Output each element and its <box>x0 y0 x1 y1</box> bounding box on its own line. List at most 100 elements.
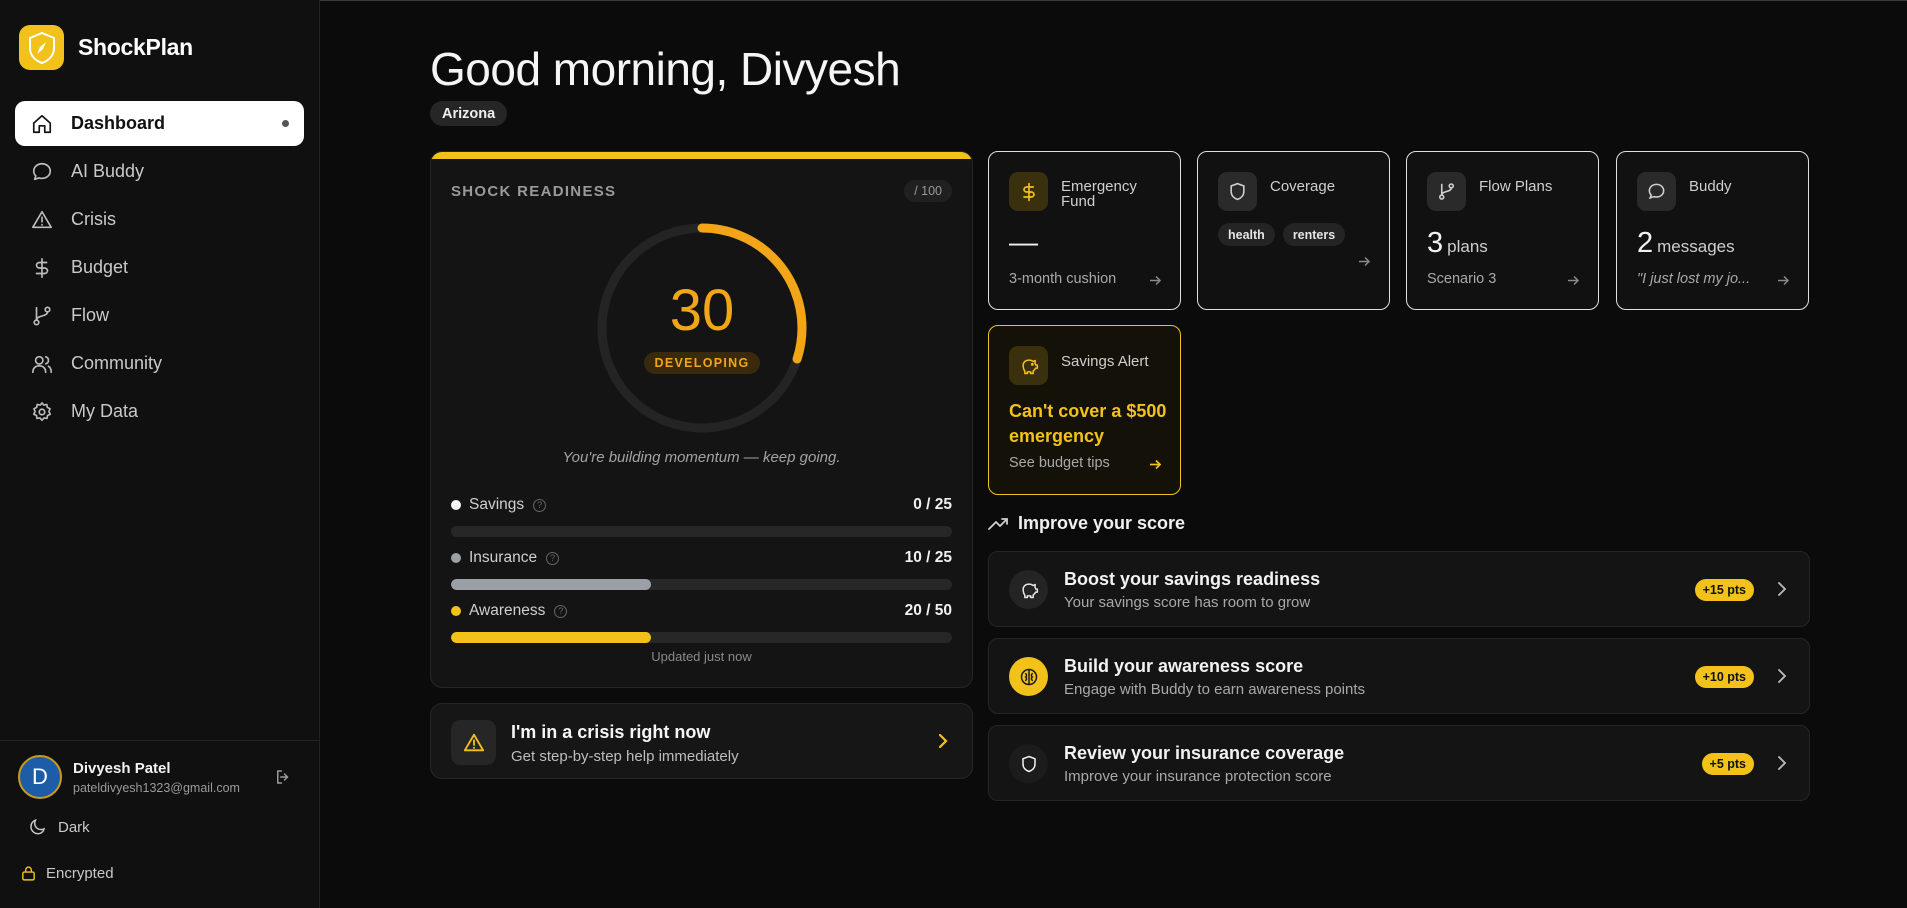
tile-title: Flow Plans <box>1479 178 1553 195</box>
nav-item-flow[interactable]: Flow <box>15 293 304 338</box>
tile-footnote: Scenario 3 <box>1427 271 1497 287</box>
chat-icon <box>1637 172 1676 211</box>
sidebar: ShockPlan Dashboard AI Buddy Crisis Budg… <box>0 0 320 908</box>
arrow-right-icon <box>1149 457 1162 475</box>
metric-dot <box>451 606 461 616</box>
home-icon <box>32 114 52 133</box>
crisis-subtitle: Get step-by-step help immediately <box>511 748 739 765</box>
help-icon[interactable]: ? <box>533 498 547 512</box>
arrow-right-icon <box>1358 254 1371 272</box>
logout-icon[interactable] <box>274 768 292 791</box>
theme-toggle[interactable]: Dark <box>29 818 90 836</box>
tile-emergency-fund[interactable]: Emergency Fund — 3-month cushion <box>988 151 1181 310</box>
coverage-chips: health renters <box>1218 223 1346 246</box>
tile-value: 3 plans <box>1427 227 1488 260</box>
tile-title: Coverage <box>1270 178 1336 195</box>
arrow-right-icon <box>1777 273 1790 291</box>
dollar-icon <box>1009 172 1048 211</box>
nav-item-community[interactable]: Community <box>15 341 304 386</box>
sidebar-footer-divider <box>0 740 320 741</box>
tile-flow-plans[interactable]: Flow Plans 3 plans Scenario 3 <box>1406 151 1599 310</box>
lock-icon <box>22 866 35 881</box>
metric-insurance: Insurance ? 10 / 25 <box>451 548 952 590</box>
flow-count: 3 <box>1427 227 1444 259</box>
help-icon[interactable]: ? <box>546 551 560 565</box>
encryption-label: Encrypted <box>46 865 114 882</box>
nav-label: Community <box>71 353 163 373</box>
crisis-help-button[interactable]: I'm in a crisis right now Get step-by-st… <box>430 703 973 779</box>
tile-value: — <box>1009 227 1038 259</box>
tile-coverage[interactable]: Coverage health renters <box>1197 151 1390 310</box>
tip-title: Review your insurance coverage <box>1064 743 1345 763</box>
shield-icon <box>1218 172 1257 211</box>
metric-dot <box>451 553 461 563</box>
piggy-bank-icon <box>1009 346 1048 385</box>
avatar: D <box>18 755 62 799</box>
readiness-motto: You're building momentum — keep going. <box>562 449 841 466</box>
tip-savings[interactable]: Boost your savings readiness Your saving… <box>988 551 1810 627</box>
metric-value: 0 / 25 <box>913 496 952 513</box>
user-profile[interactable]: D Divyesh Patel pateldivyesh1323@gmail.c… <box>18 755 240 799</box>
budget-tips-link[interactable]: See budget tips <box>1009 455 1110 471</box>
encryption-status: Encrypted <box>20 865 114 882</box>
nav-label: AI Buddy <box>71 161 145 181</box>
page-title: Good morning, Divyesh <box>430 43 901 95</box>
points-badge: +5 pts <box>1701 753 1754 775</box>
nav-item-budget[interactable]: Budget <box>15 245 304 290</box>
help-icon[interactable]: ? <box>554 604 568 618</box>
region-badge: Arizona <box>430 101 508 126</box>
nav-item-crisis[interactable]: Crisis <box>15 197 304 242</box>
brand[interactable]: ShockPlan <box>19 25 193 70</box>
tile-footnote: 3-month cushion <box>1009 271 1117 287</box>
readiness-max-badge: / 100 <box>904 180 952 202</box>
metric-label: Insurance <box>469 549 538 566</box>
tip-subtitle: Your savings score has room to grow <box>1064 594 1311 611</box>
coverage-chip: health <box>1218 223 1275 246</box>
metric-track <box>451 579 952 590</box>
metric-savings: Savings ? 0 / 25 <box>451 495 952 537</box>
metric-awareness: Awareness ? 20 / 50 <box>451 601 952 643</box>
nav-item-dashboard[interactable]: Dashboard <box>15 101 304 146</box>
dollar-icon <box>35 257 49 278</box>
readiness-score: 30 <box>669 278 735 343</box>
shock-readiness-card: SHOCK READINESS / 100 30 DEVELOPING You'… <box>430 151 973 688</box>
user-email: pateldivyesh1323@gmail.com <box>73 780 240 795</box>
flow-unit: plans <box>1447 237 1488 256</box>
savings-alert-card[interactable]: Savings Alert Can't cover a $500 emergen… <box>988 325 1181 495</box>
piggy-bank-icon <box>1009 570 1048 609</box>
arrow-right-icon <box>1149 273 1162 291</box>
tip-awareness[interactable]: Build your awareness score Engage with B… <box>988 638 1810 714</box>
readiness-title: SHOCK READINESS <box>451 183 617 200</box>
tip-title: Build your awareness score <box>1064 656 1304 676</box>
metric-track <box>451 526 952 537</box>
nav-label: My Data <box>71 401 139 421</box>
nav-item-my-data[interactable]: My Data <box>15 389 304 434</box>
chevron-right-icon <box>1777 581 1787 602</box>
metric-value: 20 / 50 <box>904 602 952 619</box>
nav-item-ai-buddy[interactable]: AI Buddy <box>15 149 304 194</box>
alert-title: Savings Alert <box>1061 353 1149 370</box>
chat-icon <box>32 162 52 180</box>
tip-insurance[interactable]: Review your insurance coverage Improve y… <box>988 725 1810 801</box>
active-dot <box>282 120 289 127</box>
alert-message: Can't cover a $500 emergency <box>1009 401 1167 446</box>
buddy-unit: messages <box>1657 237 1735 256</box>
tile-title: Buddy <box>1689 178 1732 195</box>
branch-icon <box>33 305 51 326</box>
tile-value: 2 messages <box>1637 227 1735 260</box>
shield-icon <box>1009 744 1048 783</box>
warning-icon <box>451 720 496 765</box>
metric-label: Savings <box>469 496 525 513</box>
tip-subtitle: Engage with Buddy to earn awareness poin… <box>1064 681 1366 698</box>
app-name: ShockPlan <box>78 34 193 60</box>
moon-icon <box>30 818 46 835</box>
main-nav: Dashboard AI Buddy Crisis Budget Flow Co… <box>15 101 304 437</box>
tile-buddy[interactable]: Buddy 2 messages "I just lost my jo... <box>1616 151 1809 310</box>
nav-label: Flow <box>71 305 110 325</box>
trending-up-icon <box>988 517 1008 530</box>
tile-footnote: "I just lost my jo... <box>1637 271 1751 287</box>
gear-icon <box>32 401 52 421</box>
metric-label: Awareness <box>469 602 546 619</box>
theme-label: Dark <box>58 818 90 836</box>
arrow-right-icon <box>1567 273 1580 291</box>
